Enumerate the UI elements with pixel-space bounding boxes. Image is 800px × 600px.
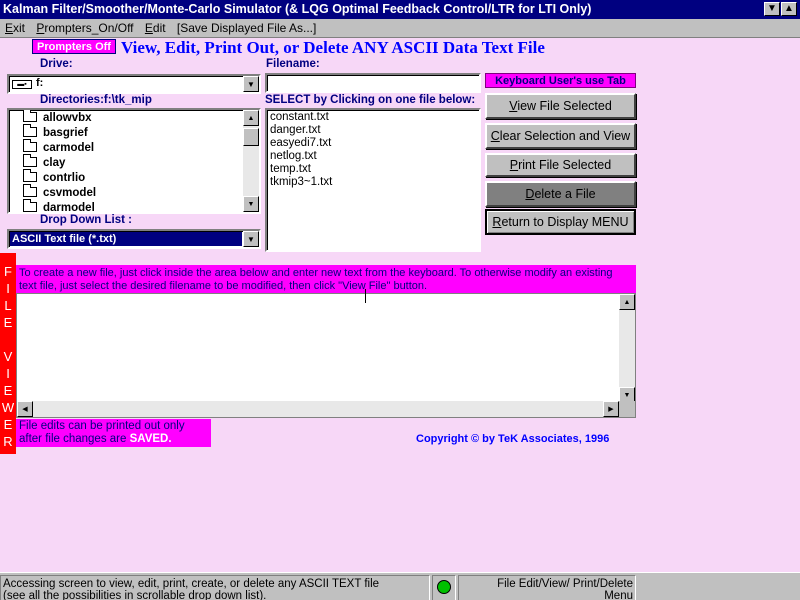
drive-combo[interactable]: ▬▪ f: ▼ bbox=[7, 74, 261, 94]
filename-label: Filename: bbox=[266, 58, 320, 70]
view-file-button[interactable]: View File Selected bbox=[485, 93, 636, 119]
editor-text[interactable] bbox=[19, 296, 617, 399]
keyboard-hint: Keyboard User's use Tab bbox=[485, 73, 636, 88]
files-list[interactable]: constant.txt danger.txt easyedi7.txt net… bbox=[265, 108, 481, 252]
scroll-up-icon[interactable]: ▲ bbox=[619, 294, 635, 310]
list-item[interactable]: allowvbx bbox=[9, 110, 259, 126]
status-indicator bbox=[432, 575, 456, 600]
directories-label: Directories:f:\tk_mip bbox=[40, 94, 152, 106]
file-type-select[interactable]: ASCII Text file (*.txt) ▼ bbox=[7, 229, 261, 249]
copyright: Copyright © by TeK Associates, 1996 bbox=[416, 433, 610, 445]
list-item[interactable]: temp.txt bbox=[267, 163, 479, 176]
list-item[interactable]: csvmodel bbox=[9, 184, 259, 201]
chevron-down-icon[interactable]: ▼ bbox=[243, 76, 259, 92]
file-type-value: ASCII Text file (*.txt) bbox=[10, 232, 242, 246]
list-item[interactable]: darmodel bbox=[9, 199, 259, 212]
list-item[interactable]: tkmip3~1.txt bbox=[267, 176, 479, 189]
drive-label: Drive: bbox=[40, 58, 73, 70]
folder-icon bbox=[23, 139, 37, 152]
filename-field[interactable] bbox=[265, 73, 481, 93]
status-bar: Accessing screen to view, edit, print, c… bbox=[0, 572, 800, 600]
folder-icon bbox=[23, 169, 37, 182]
folder-icon bbox=[23, 124, 37, 137]
scroll-thumb[interactable] bbox=[243, 128, 259, 146]
title-bar[interactable]: Kalman Filter/Smoother/Monte-Carlo Simul… bbox=[0, 0, 800, 19]
status-light-icon bbox=[437, 580, 451, 594]
folder-icon bbox=[23, 199, 37, 212]
print-file-button[interactable]: Print File Selected bbox=[485, 153, 636, 177]
print-note: File edits can be printed out only after… bbox=[16, 419, 211, 447]
status-screen-name: File Edit/View/ Print/Delete Menu bbox=[458, 575, 636, 600]
dropdown-label: Drop Down List : bbox=[40, 214, 132, 226]
scroll-left-icon[interactable]: ◀ bbox=[17, 401, 33, 417]
directories-scrollbar[interactable]: ▲ ▼ bbox=[243, 110, 259, 212]
list-item[interactable]: basgrief bbox=[9, 124, 259, 141]
list-item[interactable]: carmodel bbox=[9, 139, 259, 156]
scroll-corner bbox=[619, 401, 635, 417]
folder-icon bbox=[23, 154, 37, 167]
file-editor[interactable]: ▲ ▼ ◀ ▶ bbox=[16, 293, 636, 418]
drive-value: f: bbox=[36, 77, 44, 89]
menu-bar: Exit Prompters_On/Off Edit [Save Display… bbox=[0, 19, 800, 38]
delete-file-button[interactable]: Delete a File bbox=[485, 181, 636, 207]
menu-prompters[interactable]: Prompters_On/Off bbox=[31, 19, 136, 37]
minimize-icon[interactable]: ▼ bbox=[764, 2, 780, 16]
list-item[interactable]: constant.txt bbox=[267, 111, 479, 124]
folder-icon bbox=[23, 110, 37, 122]
list-item[interactable]: clay bbox=[9, 154, 259, 171]
menu-edit[interactable]: Edit bbox=[140, 19, 169, 37]
page-title: View, Edit, Print Out, or Delete ANY ASC… bbox=[121, 38, 545, 57]
list-item[interactable]: danger.txt bbox=[267, 124, 479, 137]
scroll-down-icon[interactable]: ▼ bbox=[243, 196, 259, 212]
editor-hscroll[interactable]: ◀ ▶ bbox=[17, 401, 619, 417]
editor-vscroll[interactable]: ▲ ▼ bbox=[619, 294, 635, 403]
clear-selection-button[interactable]: Clear Selection and View bbox=[485, 123, 636, 149]
maximize-icon[interactable]: ▲ bbox=[781, 2, 797, 16]
file-viewer-side-label: F I L E V I E W E R bbox=[0, 253, 16, 454]
chevron-down-icon[interactable]: ▼ bbox=[243, 231, 259, 247]
menu-exit[interactable]: Exit bbox=[0, 19, 28, 37]
drive-icon: ▬▪ bbox=[12, 80, 32, 89]
list-item[interactable]: easyedi7.txt bbox=[267, 137, 479, 150]
prompters-badge[interactable]: Prompters Off bbox=[32, 39, 116, 54]
directories-list[interactable]: allowvbx basgrief carmodel clay contrlio… bbox=[7, 108, 261, 214]
return-menu-button[interactable]: Return to Display MENU bbox=[485, 209, 636, 235]
scroll-right-icon[interactable]: ▶ bbox=[603, 401, 619, 417]
select-label: SELECT by Clicking on one file below: bbox=[265, 94, 476, 106]
text-cursor-icon bbox=[365, 289, 366, 303]
instruction-banner: To create a new file, just click inside … bbox=[16, 265, 636, 293]
directories-path: f:\tk_mip bbox=[103, 94, 152, 106]
status-message: Accessing screen to view, edit, print, c… bbox=[0, 575, 430, 600]
menu-save-as[interactable]: [Save Displayed File As...] bbox=[172, 19, 319, 37]
scroll-up-icon[interactable]: ▲ bbox=[243, 110, 259, 126]
list-item[interactable]: netlog.txt bbox=[267, 150, 479, 163]
folder-icon bbox=[23, 184, 37, 197]
window-title: Kalman Filter/Smoother/Monte-Carlo Simul… bbox=[3, 2, 592, 16]
list-item[interactable]: contrlio bbox=[9, 169, 259, 186]
